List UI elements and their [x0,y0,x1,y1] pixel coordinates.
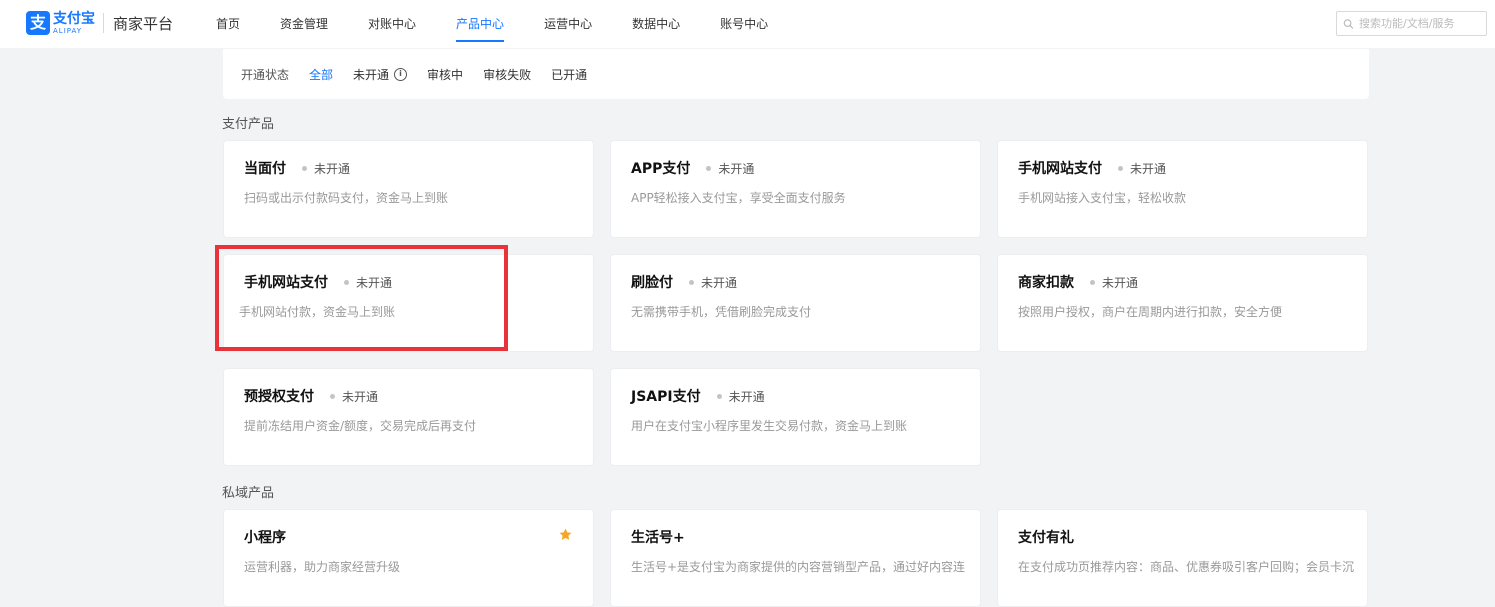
status-dot [330,393,335,399]
status-dot [344,279,349,285]
top-header: 支 支付宝 ALIPAY 商家平台 首页 资金管理 对账中心 产品中心 运营中心… [0,0,1495,48]
card-title: 商家扣款 [1018,275,1074,291]
nav-item-reconciliation[interactable]: 对账中心 [368,0,416,48]
status-filter-bar: 开通状态 全部 未开通 i 审核中 审核失败 已开通 [223,49,1369,99]
product-card[interactable]: 预授权支付 未开通 提前冻结用户资金/额度，交易完成后再支付 [223,368,594,466]
card-title: 生活号+ [631,530,685,546]
status-dot [716,393,722,399]
product-card[interactable]: 支付有礼 在支付成功页推荐内容：商品、优惠券吸引客户回购；会员卡沉 [997,509,1368,607]
card-title: 手机网站支付 [244,275,328,291]
search-box[interactable] [1336,11,1487,36]
status-dot [1090,279,1095,285]
alipay-logo-text: 支付宝 ALIPAY [53,12,95,35]
card-title-row: 刷脸付 未开通 [631,272,737,292]
filter-not-activated[interactable]: 未开通 i [353,66,408,83]
card-title-row: 预授权支付 未开通 [244,386,378,406]
nav-item-operations[interactable]: 运营中心 [544,0,592,48]
filter-label: 开通状态 [241,67,290,82]
card-title: 支付有礼 [1018,530,1074,546]
card-title: 刷脸付 [631,275,673,291]
nav-item-data[interactable]: 数据中心 [632,0,680,48]
product-card[interactable]: 手机网站支付 未开通 手机网站接入支付宝，轻松收款 [997,140,1368,238]
card-title-row: JSAPI支付 未开通 [631,386,765,406]
card-description: 运营利器，助力商家经营升级 [244,560,401,574]
logo-divider [103,13,104,33]
card-description: 扫码或出示付款码支付，资金马上到账 [244,191,449,205]
card-description: 用户在支付宝小程序里发生交易付款，资金马上到账 [631,419,908,433]
card-title: 预授权支付 [244,389,314,405]
product-card[interactable]: 当面付 未开通 扫码或出示付款码支付，资金马上到账 [223,140,594,238]
card-description: 按照用户授权，商户在周期内进行扣款，安全方便 [1018,305,1283,319]
card-description: APP轻松接入支付宝，享受全面支付服务 [631,191,846,205]
section-title-payment: 支付产品 [222,117,275,132]
product-card[interactable]: JSAPI支付 未开通 用户在支付宝小程序里发生交易付款，资金马上到账 [610,368,981,466]
logo-en-text: ALIPAY [53,26,83,35]
card-title: 手机网站支付 [1018,161,1102,177]
alipay-logo[interactable]: 支 支付宝 ALIPAY 商家平台 [26,11,173,35]
product-card[interactable]: 手机网站支付 未开通 手机网站付款，资金马上到账 [223,254,594,352]
star-icon[interactable] [558,527,573,542]
filter-not-activated-label: 未开通 [353,67,390,82]
card-title-row: 支付有礼 [1018,527,1074,547]
card-title: APP支付 [631,161,691,177]
status-text: 未开通 [342,389,379,404]
product-card[interactable]: 商家扣款 未开通 按照用户授权，商户在周期内进行扣款，安全方便 [997,254,1368,352]
status-dot [1118,165,1123,171]
search-input[interactable] [1357,16,1486,31]
status-text: 未开通 [1130,161,1167,176]
card-description: 生活号+是支付宝为商家提供的内容营销型产品，通过好内容连 [631,560,966,574]
nav-item-products[interactable]: 产品中心 [456,0,505,48]
status-dot [302,165,307,171]
main-nav: 首页 资金管理 对账中心 产品中心 运营中心 数据中心 账号中心 [216,0,808,48]
card-description: 手机网站接入支付宝，轻松收款 [1018,191,1187,205]
card-title-row: 商家扣款 未开通 [1018,272,1138,292]
status-text: 未开通 [728,389,765,404]
status-dot [689,279,694,285]
status-text: 未开通 [1102,275,1139,290]
filter-all[interactable]: 全部 [309,66,333,83]
status-dot [706,165,712,171]
card-description: 在支付成功页推荐内容：商品、优惠券吸引客户回购；会员卡沉 [1018,560,1355,574]
product-card[interactable]: APP支付 未开通 APP轻松接入支付宝，享受全面支付服务 [610,140,981,238]
card-title: 小程序 [244,530,286,546]
filter-under-review[interactable]: 审核中 [427,66,463,83]
alipay-logo-icon: 支 [26,11,50,35]
card-description: 提前冻结用户资金/额度，交易完成后再支付 [244,419,477,433]
card-title-row: 手机网站支付 未开通 [244,272,392,292]
card-title-row: 生活号+ [631,527,685,547]
card-title-row: APP支付 未开通 [631,158,754,178]
product-card[interactable]: 小程序 运营利器，助力商家经营升级 [223,509,594,607]
search-icon [1343,18,1354,29]
product-card[interactable]: 生活号+ 生活号+是支付宝为商家提供的内容营销型产品，通过好内容连 [610,509,981,607]
filter-activated[interactable]: 已开通 [551,66,587,83]
card-description: 手机网站付款，资金马上到账 [239,305,396,319]
nav-item-funds[interactable]: 资金管理 [280,0,328,48]
nav-item-account[interactable]: 账号中心 [720,0,768,48]
card-title-row: 当面付 未开通 [244,158,350,178]
info-icon[interactable]: i [394,67,408,81]
card-description: 无需携带手机，凭借刷脸完成支付 [631,305,812,319]
card-title: JSAPI支付 [631,389,701,405]
card-title-row: 手机网站支付 未开通 [1018,158,1166,178]
filter-review-failed[interactable]: 审核失败 [483,66,531,83]
status-text: 未开通 [701,275,738,290]
product-card[interactable]: 刷脸付 未开通 无需携带手机，凭借刷脸完成支付 [610,254,981,352]
card-title-row: 小程序 [244,527,286,547]
nav-item-home[interactable]: 首页 [216,0,240,48]
section-title-private-domain: 私域产品 [222,486,275,501]
card-title: 当面付 [244,161,286,177]
status-text: 未开通 [718,161,755,176]
platform-name: 商家平台 [113,14,174,33]
logo-cn-text: 支付宝 [53,10,95,27]
status-text: 未开通 [356,275,393,290]
status-text: 未开通 [314,161,351,176]
